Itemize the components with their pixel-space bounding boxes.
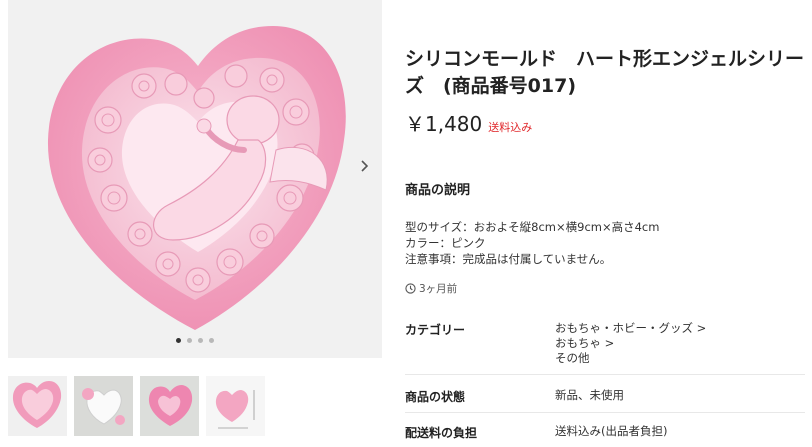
carousel-dot[interactable] [198,338,203,343]
carousel-dot[interactable] [176,338,181,343]
category-link-other[interactable]: その他 [555,351,706,366]
heart-mold-photo [47,26,346,330]
chevron-right-icon[interactable] [360,160,382,182]
product-title: シリコンモールド ハート形エンジェルシリーズ (商品番号017) [405,48,805,97]
carousel-dot[interactable] [187,338,192,343]
description-body: 型のサイズ：おおよそ縦8cm×横9cm×高さ4cm カラー：ピンク 注意事項：完… [405,219,659,267]
posted-time: 3ヶ月前 [405,281,457,296]
category-row: カテゴリー おもちゃ・ホビー・グッズ > おもちゃ > その他 [405,321,805,366]
shipping-fee-label: 配送料の負担 [405,426,478,440]
shipping-fee-value: 送料込み(出品者負担) [555,424,668,438]
clock-icon [405,283,416,294]
description-heading: 商品の説明 [405,183,471,198]
divider [405,374,805,375]
thumbnail-4[interactable] [206,376,265,436]
category-link-toys[interactable]: おもちゃ > [555,336,706,351]
description-line-size: 型のサイズ：おおよそ縦8cm×横9cm×高さ4cm [405,220,660,234]
description-line-color: カラー：ピンク [405,236,486,250]
description-line-note: 注意事項：完成品は付属していません。 [405,252,612,266]
divider [405,412,805,413]
carousel-dots [8,338,382,343]
shipping-fee-row: 配送料の負担 送料込み(出品者負担) [405,424,805,441]
price-row: ￥1,480 送料込み [405,108,532,137]
thumbnail-1[interactable] [8,376,67,436]
shipping-included-tag: 送料込み [488,121,533,134]
thumbnail-3[interactable] [140,376,199,436]
category-label: カテゴリー [405,323,466,337]
condition-label: 商品の状態 [405,390,466,404]
posted-time-text: 3ヶ月前 [419,283,458,295]
main-product-image[interactable] [8,0,382,358]
price: ￥1,480 [405,112,483,136]
thumbnail-2[interactable] [74,376,133,436]
condition-row: 商品の状態 新品、未使用 [405,388,805,405]
category-link-toys-hobby[interactable]: おもちゃ・ホビー・グッズ > [555,321,706,336]
thumbnail-strip [8,376,265,436]
condition-value: 新品、未使用 [555,388,624,402]
category-value: おもちゃ・ホビー・グッズ > おもちゃ > その他 [555,321,706,366]
carousel-dot[interactable] [209,338,214,343]
